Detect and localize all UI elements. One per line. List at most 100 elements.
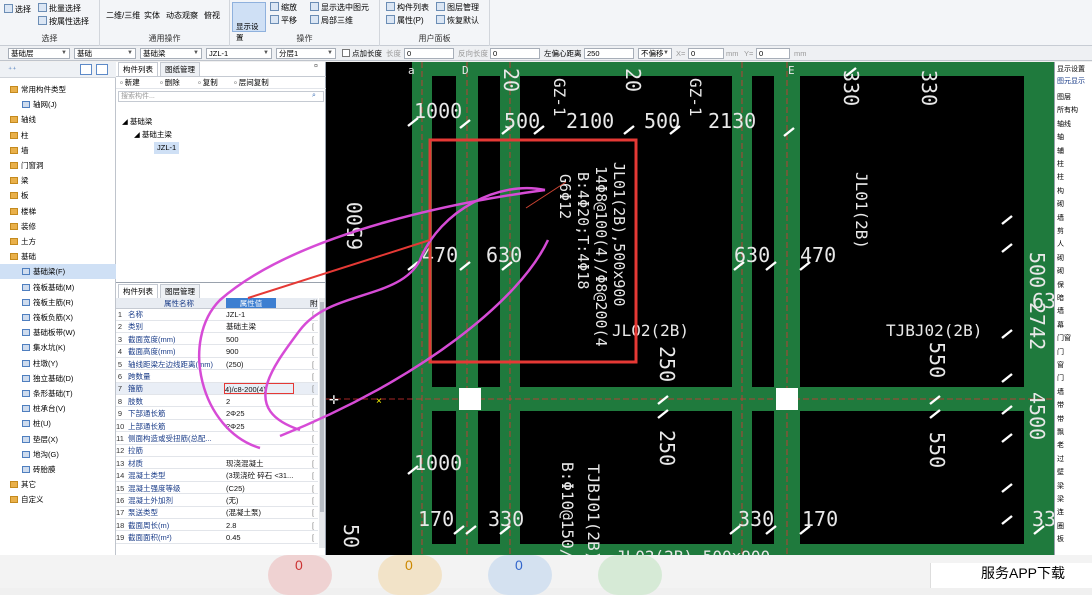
tree-item[interactable]: 板: [0, 188, 116, 203]
tree-node-foundation-beam[interactable]: ◢ 基础梁: [122, 116, 152, 127]
property-value[interactable]: 900: [226, 346, 312, 357]
tree-item[interactable]: 基础板带(W): [0, 325, 116, 340]
tree-item[interactable]: 垫层(X): [0, 432, 116, 447]
display-tree-item[interactable]: 窗: [1057, 360, 1064, 370]
property-scrollbar[interactable]: [319, 298, 325, 548]
property-value[interactable]: 500: [226, 334, 312, 345]
display-tree-item[interactable]: 图层: [1057, 92, 1071, 102]
2d-3d-button[interactable]: 二维/三维: [106, 10, 140, 21]
display-tree-item[interactable]: 轴线: [1057, 119, 1071, 129]
display-tree-item[interactable]: 幕: [1057, 320, 1064, 330]
tab-drawing-manage[interactable]: 图纸管理: [160, 62, 200, 76]
display-tree-item[interactable]: 带: [1057, 414, 1064, 424]
display-tree-item[interactable]: 墙: [1057, 306, 1064, 316]
list-view-icon[interactable]: [80, 64, 92, 75]
property-value[interactable]: 基础主梁: [226, 321, 312, 332]
pin-icon[interactable]: ¤: [314, 63, 318, 70]
tree-item[interactable]: 其它: [0, 477, 116, 492]
property-value[interactable]: 2Φ25: [226, 421, 312, 432]
tree-item[interactable]: 自定义: [0, 492, 116, 507]
property-value[interactable]: 2: [226, 396, 312, 407]
property-value[interactable]: (混凝土泵): [226, 507, 312, 518]
display-tree-item[interactable]: 保: [1057, 280, 1064, 290]
tab-layer-manage[interactable]: 图层管理: [160, 284, 200, 298]
property-row[interactable]: 2 类别 基础主梁[: [116, 321, 318, 333]
tree-node-main-beam[interactable]: ◢ 基础主梁: [134, 129, 172, 140]
tree-item[interactable]: 独立基础(D): [0, 371, 116, 386]
eccentric-input[interactable]: 250: [584, 48, 634, 59]
delete-button[interactable]: ▫ 删除: [160, 77, 180, 89]
tree-item[interactable]: 门窗洞: [0, 158, 116, 173]
property-row[interactable]: 14 混凝土类型 (3现浇砼 碎石 <31...[: [116, 470, 318, 482]
category-combo[interactable]: 基础 ▼: [74, 48, 136, 59]
tree-item[interactable]: 柱: [0, 128, 116, 143]
property-row[interactable]: 11 侧面构造或受扭筋(总配... [: [116, 433, 318, 445]
orbit-button[interactable]: 动态观察: [166, 10, 198, 21]
x-input[interactable]: 0: [688, 48, 724, 59]
tree-item[interactable]: 筏板基础(M): [0, 280, 116, 295]
tree-item[interactable]: 梁: [0, 173, 116, 188]
search-input[interactable]: 搜索构件...: [118, 91, 324, 102]
solid-button[interactable]: 实体: [144, 10, 160, 21]
properties-button[interactable]: 属性(P): [386, 15, 424, 26]
offset-combo[interactable]: 不偏移 ▼: [638, 48, 672, 59]
app-download-banner[interactable]: 服务APP下载: [930, 563, 1092, 588]
tree-item[interactable]: 常用构件类型: [0, 82, 116, 97]
splitter[interactable]: [116, 282, 326, 283]
display-tree-item[interactable]: 梁: [1057, 481, 1064, 491]
property-row[interactable]: 8 肢数 2[: [116, 396, 318, 408]
property-row[interactable]: 12 拉筋 [: [116, 445, 318, 457]
display-tree-item[interactable]: 辅: [1057, 146, 1064, 156]
property-row[interactable]: 13 材质 现浇混凝土[: [116, 458, 318, 470]
zoom-button[interactable]: 缩放: [270, 2, 297, 13]
length-input[interactable]: 0: [404, 48, 454, 59]
display-tree-item[interactable]: 壁: [1057, 467, 1064, 477]
tree-item[interactable]: 条形基础(T): [0, 386, 116, 401]
tree-item[interactable]: 筏板负筋(X): [0, 310, 116, 325]
tree-item[interactable]: 地沟(G): [0, 447, 116, 462]
floor-combo[interactable]: 基础层 ▼: [8, 48, 70, 59]
display-settings-button[interactable]: 显示设置: [232, 2, 266, 42]
tree-item[interactable]: 土方: [0, 234, 116, 249]
tree-item[interactable]: 砖胎膜: [0, 462, 116, 477]
badge-4[interactable]: [598, 555, 662, 595]
layer-manage-button[interactable]: 图层管理: [436, 2, 479, 13]
pan-button[interactable]: 平移: [270, 15, 297, 26]
layer-combo[interactable]: 分层1 ▼: [276, 48, 336, 59]
grid-view-icon[interactable]: [96, 64, 108, 75]
search-icon[interactable]: ⌕: [312, 92, 316, 100]
property-value[interactable]: (3现浇砼 碎石 <31...: [226, 470, 312, 481]
property-row[interactable]: 3 截面宽度(mm) 500[: [116, 334, 318, 346]
display-tree-item[interactable]: 砌: [1057, 266, 1064, 276]
display-tree-item[interactable]: 柱: [1057, 172, 1064, 182]
property-value[interactable]: 2.8: [226, 520, 312, 531]
badge-1[interactable]: 0: [268, 555, 332, 595]
tree-item[interactable]: 装修: [0, 219, 116, 234]
display-tree-item[interactable]: 门: [1057, 373, 1064, 383]
property-row[interactable]: 1 名称 JZL-1[: [116, 309, 318, 321]
component-combo[interactable]: JZL-1 ▼: [206, 48, 272, 59]
property-row[interactable]: 15 混凝土强度等级 (C25)[: [116, 483, 318, 495]
tree-item[interactable]: 楼梯: [0, 204, 116, 219]
property-value[interactable]: 4)/c8-200(4): [224, 383, 294, 395]
display-tree-item[interactable]: 墙: [1057, 213, 1064, 223]
display-tree-item[interactable]: 梁: [1057, 494, 1064, 504]
batch-select-button[interactable]: 批量选择: [38, 3, 81, 14]
select-by-attr-button[interactable]: 按属性选择: [38, 16, 89, 27]
component-list-button[interactable]: 构件列表: [386, 2, 429, 13]
display-tree-item[interactable]: 所有构: [1057, 105, 1078, 115]
top-view-button[interactable]: 俯视: [204, 10, 220, 21]
local-3d-button[interactable]: 局部三维: [310, 15, 353, 26]
tree-item[interactable]: 墙: [0, 143, 116, 158]
display-tree-item[interactable]: 轴: [1057, 132, 1064, 142]
tab-property-component-list[interactable]: 构件列表: [118, 284, 158, 298]
property-value[interactable]: (C25): [226, 483, 312, 494]
property-value[interactable]: 2Φ25: [226, 408, 312, 419]
display-tree-item[interactable]: 砌: [1057, 199, 1064, 209]
display-tree-item[interactable]: 老: [1057, 440, 1064, 450]
property-value[interactable]: JZL-1: [226, 309, 312, 320]
display-tree-item[interactable]: 暗: [1057, 293, 1064, 303]
tree-item[interactable]: 集水坑(K): [0, 340, 116, 355]
display-tree-item[interactable]: 圈: [1057, 521, 1064, 531]
tree-item[interactable]: 轴线: [0, 112, 116, 127]
